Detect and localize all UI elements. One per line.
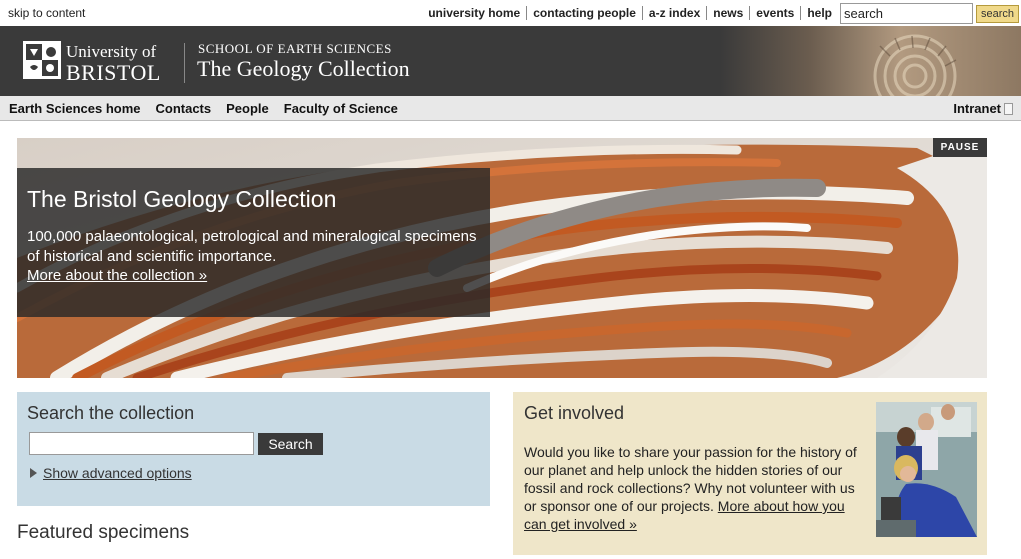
hero-caption: The Bristol Geology Collection 100,000 p… <box>17 168 490 317</box>
triangle-right-icon <box>30 468 37 478</box>
header-divider <box>184 43 185 83</box>
university-logo[interactable]: University of BRISTOL <box>22 38 162 85</box>
get-involved-text: Would you like to share your passion for… <box>524 443 869 533</box>
featured-specimens-heading: Featured specimens <box>17 522 190 543</box>
site-title[interactable]: The Geology Collection <box>197 56 410 82</box>
school-name: SCHOOL OF EARTH SCIENCES <box>198 41 392 56</box>
collection-search-button[interactable]: Search <box>258 433 323 455</box>
skip-to-content-link[interactable]: skip to content <box>8 6 85 20</box>
section-nav: Earth Sciences home Contacts People Facu… <box>0 96 1021 121</box>
intranet-label: Intranet <box>953 101 1001 116</box>
site-header: University of BRISTOL SCHOOL OF EARTH SC… <box>0 26 1021 96</box>
utility-links: university home contacting people a-z in… <box>422 6 838 20</box>
university-name-line1: University of <box>66 42 157 61</box>
search-panel-title: Search the collection <box>27 403 195 423</box>
hero-description: 100,000 palaeontological, petrological a… <box>27 228 477 265</box>
lock-icon <box>1004 102 1013 115</box>
hero-slideshow: PAUSE The Bristol Geology Collection 100… <box>17 138 987 378</box>
site-search-button[interactable]: search <box>976 5 1019 23</box>
pause-slideshow-button[interactable]: PAUSE <box>933 138 987 157</box>
nav-earth-sciences-home[interactable]: Earth Sciences home <box>9 101 141 116</box>
collection-search-input[interactable] <box>29 432 254 455</box>
nav-people[interactable]: People <box>226 101 269 116</box>
events-link[interactable]: events <box>749 6 800 20</box>
show-advanced-options-link[interactable]: Show advanced options <box>43 465 192 481</box>
university-name-line2: BRISTOL <box>66 60 161 85</box>
intranet-link[interactable]: Intranet <box>953 101 1013 116</box>
contacting-people-link[interactable]: contacting people <box>526 6 642 20</box>
a-z-index-link[interactable]: a-z index <box>641 6 706 20</box>
site-search-input[interactable] <box>840 3 973 24</box>
university-crest-icon <box>23 41 61 79</box>
ammonite-fossil-image <box>720 26 1021 96</box>
nav-contacts[interactable]: Contacts <box>156 101 212 116</box>
university-home-link[interactable]: university home <box>422 6 526 20</box>
utility-bar: skip to content university home contacti… <box>0 0 1021 26</box>
help-link[interactable]: help <box>800 6 838 20</box>
advanced-options-toggle[interactable]: Show advanced options <box>30 465 192 481</box>
more-about-collection-link[interactable]: More about the collection » <box>27 267 207 284</box>
hero-title: The Bristol Geology Collection <box>27 186 337 212</box>
students-microscope-photo <box>876 402 977 537</box>
get-involved-panel: Get involved Would you like to share you… <box>513 392 987 555</box>
collection-search-panel: Search the collection Search Show advanc… <box>17 392 490 506</box>
news-link[interactable]: news <box>706 6 749 20</box>
nav-faculty-of-science[interactable]: Faculty of Science <box>284 101 398 116</box>
